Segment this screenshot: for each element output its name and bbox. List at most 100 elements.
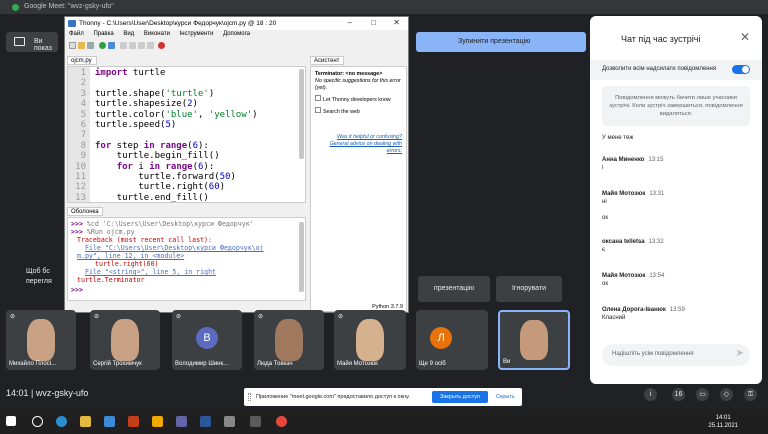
chrome-icon[interactable]: [276, 416, 287, 427]
helpful-link[interactable]: Was it helpful or confusing?: [315, 134, 402, 141]
ignore-button[interactable]: Ігнорувати: [496, 276, 562, 302]
line-number: 7: [80, 130, 86, 141]
powerpoint-icon[interactable]: [128, 416, 139, 427]
stop-presenting-label: Зупинити презентацію: [458, 38, 531, 45]
line-number: 11: [75, 171, 86, 182]
menu-file[interactable]: Файл: [69, 31, 84, 37]
lock-icon[interactable]: ⚿: [744, 388, 757, 401]
self-tile[interactable]: Ви: [498, 310, 570, 370]
traceback-file-link[interactable]: File "C:\Users\User\Desktop\курси Федорч…: [71, 244, 302, 252]
hide-button[interactable]: Скрыть: [496, 394, 515, 400]
shell-line-cd: %cd 'C:\Users\User\Desktop\курси Федорчу…: [86, 220, 254, 228]
stop-sharing-button[interactable]: Закрыть доступ: [432, 391, 488, 403]
shell-scrollbar[interactable]: [299, 222, 304, 292]
chat-icon[interactable]: ▭: [696, 388, 709, 401]
participant-video: [111, 319, 139, 361]
line-number: 6: [80, 119, 86, 130]
close-icon[interactable]: ✕: [393, 18, 400, 27]
people-icon[interactable]: 16: [672, 388, 685, 401]
assistant-heading: Terminator: <no message>: [315, 71, 383, 77]
store-icon[interactable]: [104, 416, 115, 427]
menu-help[interactable]: Допомога: [223, 31, 250, 37]
minimize-icon[interactable]: –: [348, 18, 352, 27]
message-text: ок: [602, 281, 608, 287]
share-message: Приложение "meet.google.com" предоставил…: [256, 394, 410, 400]
participant-tile[interactable]: В ⊘ Володимир Шинк...: [172, 310, 242, 370]
mic-off-icon: ⊘: [258, 314, 264, 320]
present-anyway-button[interactable]: презентацію: [418, 276, 490, 302]
code-line: 3 turtle.shape('turtle'): [68, 89, 305, 99]
general-advice-link[interactable]: General advice on dealing with errors.: [315, 141, 402, 155]
menu-tools[interactable]: Інструменти: [180, 31, 214, 37]
chat-message: Анна Миненко 13:15 і: [602, 156, 752, 172]
edge-icon[interactable]: [56, 416, 67, 427]
assistant-tab[interactable]: Асистент: [310, 56, 344, 65]
traceback-file-link-cont[interactable]: m.py", line 12, in <module>: [71, 252, 302, 260]
code-line: 9 turtle.begin_fill(): [68, 151, 305, 161]
resume-icon[interactable]: [147, 42, 154, 49]
traceback-string-link[interactable]: File "<string>", line 5, in right: [71, 268, 302, 276]
allow-messages-toggle[interactable]: [732, 65, 750, 74]
participant-video: [275, 319, 303, 361]
line-number: 4: [80, 99, 86, 110]
system-clock[interactable]: 14:01 25.11.2021: [708, 414, 738, 430]
teams-icon[interactable]: [176, 416, 187, 427]
chat-message: Майя Мотозюк 13:54 ок: [602, 272, 752, 288]
step-over-icon[interactable]: [120, 42, 127, 49]
more-participants-tile[interactable]: Л Ще 9 осіб: [416, 310, 488, 370]
menu-edit[interactable]: Правка: [93, 31, 113, 37]
save-icon[interactable]: [87, 42, 94, 49]
windows-start-icon[interactable]: [6, 416, 16, 426]
thonny-window: Thonny - C:\Users\User\Desktop\курси Фед…: [64, 16, 409, 313]
maximize-icon[interactable]: □: [371, 18, 376, 27]
new-file-icon[interactable]: [69, 42, 76, 49]
run-icon[interactable]: [99, 42, 106, 49]
presenting-label: Ви показ: [34, 38, 52, 52]
code-text: turtle.right(60): [95, 182, 226, 193]
editor-scrollbar[interactable]: [299, 69, 304, 159]
open-file-icon[interactable]: [78, 42, 85, 49]
participant-video: [355, 319, 385, 361]
close-chat-icon[interactable]: ✕: [740, 30, 750, 44]
participant-tile[interactable]: ⊘ Сергій Трохимчук: [90, 310, 160, 370]
info-icon[interactable]: i: [644, 388, 657, 401]
present-screen-icon: [14, 37, 25, 46]
line-number: 13: [75, 192, 86, 203]
option-let-developers-know[interactable]: Let Thonny developers know: [315, 95, 402, 104]
browser-tab-title: Google Meet: "wvz-gsky-ufo": [24, 3, 114, 10]
participant-tile[interactable]: ⊘ Люда Товкач: [254, 310, 324, 370]
editor-tab[interactable]: ojcm.py: [67, 56, 97, 65]
message-time: 13:54: [649, 273, 665, 279]
word-icon[interactable]: [200, 416, 211, 427]
chat-title: Чат під час зустрічі: [621, 34, 701, 44]
chat-input-placeholder: Надішліть усім повідомлення: [612, 351, 694, 357]
code-text: turtle.begin_fill(): [95, 151, 220, 162]
debug-icon[interactable]: [108, 42, 115, 49]
shell-line-run: %Run ojcm.py: [86, 228, 135, 236]
stop-icon[interactable]: [158, 42, 165, 49]
code-line: 4 turtle.shapesize(2): [68, 99, 305, 109]
menu-view[interactable]: Вид: [123, 31, 134, 37]
folder-icon[interactable]: [80, 416, 91, 427]
menu-run[interactable]: Виконати: [144, 31, 170, 37]
step-into-icon[interactable]: [129, 42, 136, 49]
stop-presenting-button[interactable]: Зупинити презентацію: [416, 32, 586, 52]
participant-tile[interactable]: ⊘ Михайло Плосі...: [6, 310, 76, 370]
app-icon[interactable]: [224, 416, 235, 427]
search-icon[interactable]: [32, 416, 43, 427]
self-name: Ви: [503, 359, 511, 365]
code-text: for i in range(6):: [116, 161, 215, 172]
option-search-web[interactable]: Search the web: [315, 107, 402, 116]
send-icon[interactable]: ➤: [736, 348, 744, 359]
participant-tile[interactable]: ⊘ Майя Мотозюк: [334, 310, 406, 370]
line-number: 10: [75, 161, 86, 172]
files-icon[interactable]: [152, 416, 163, 427]
drag-handle-icon[interactable]: [248, 393, 251, 401]
code-editor[interactable]: 1 import turtle 2 3 turtle.shape('turtle') 4 t…: [67, 66, 306, 203]
activities-icon[interactable]: ◇: [720, 388, 733, 401]
step-out-icon[interactable]: [138, 42, 145, 49]
thonny-taskbar-icon[interactable]: [250, 416, 261, 427]
shell-tab[interactable]: Оболонка: [67, 207, 103, 216]
chat-input[interactable]: Надішліть усім повідомлення ➤: [602, 344, 750, 366]
shell-console[interactable]: >>> %cd 'C:\Users\User\Desktop\курси Фед…: [67, 217, 306, 301]
